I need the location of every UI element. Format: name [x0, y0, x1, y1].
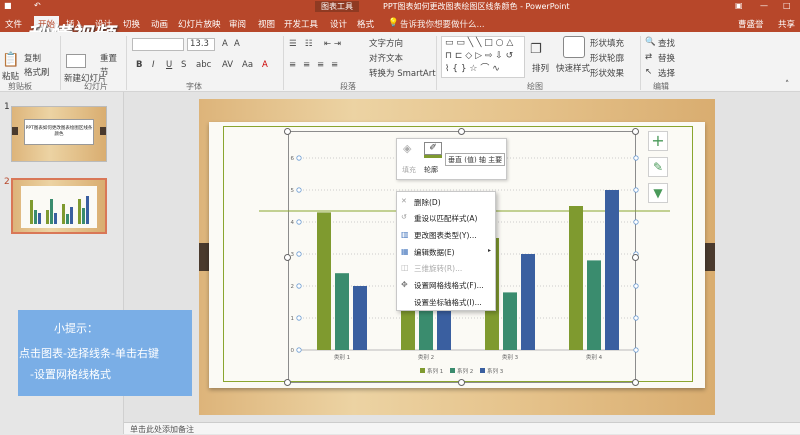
resize-handle-ne[interactable] — [632, 128, 639, 135]
delete-icon: ✕ — [401, 197, 407, 205]
y-tick-label[interactable]: 1 — [291, 316, 295, 322]
context-menu: ✕ 删除(D) ↺ 重设以匹配样式(A) ▥ 更改图表类型(Y)... ▦ 编辑… — [396, 191, 496, 311]
resize-handle-sw[interactable] — [284, 379, 291, 386]
notes-placeholder[interactable]: 单击此处添加备注 — [130, 424, 194, 435]
tip-title: 小提示： — [54, 322, 98, 335]
bar[interactable] — [353, 286, 367, 350]
resize-handle-s[interactable] — [458, 379, 465, 386]
bar[interactable] — [521, 254, 535, 350]
tip-line-1: 点击图表-选择线条-单击右键 — [19, 347, 159, 360]
mini-toolbar: ◈ 填充 ✐ 轮廓 垂直 (值) 轴 主要 — [396, 138, 507, 180]
bar[interactable] — [605, 190, 619, 350]
menu-item-reset-style[interactable]: 重设以匹配样式(A) — [414, 213, 477, 224]
menu-item-change-chart-type[interactable]: 更改图表类型(Y)... — [414, 230, 477, 241]
reset-style-icon: ↺ — [401, 213, 407, 221]
bar[interactable] — [335, 273, 349, 350]
chart-element-dropdown[interactable]: 垂直 (值) 轴 主要 — [445, 153, 505, 166]
menu-item-edit-data[interactable]: 编辑数据(E) — [414, 247, 455, 258]
legend-swatch[interactable] — [480, 368, 485, 373]
gridline-handle[interactable] — [633, 187, 639, 193]
resize-handle-n[interactable] — [458, 128, 465, 135]
category-label[interactable]: 类别 1 — [334, 353, 350, 361]
gridline-handle[interactable] — [633, 219, 639, 225]
gridline-handle[interactable] — [296, 155, 302, 161]
submenu-arrow-icon: ▸ — [488, 247, 492, 254]
category-label[interactable]: 类别 3 — [502, 353, 519, 361]
bar[interactable] — [569, 206, 583, 350]
bar[interactable] — [317, 212, 331, 350]
gridline-handle[interactable] — [296, 251, 302, 257]
resize-handle-e[interactable] — [632, 254, 639, 261]
chart-elements-button[interactable]: + — [648, 131, 668, 151]
y-tick-label[interactable]: 2 — [291, 284, 295, 290]
y-tick-label[interactable]: 6 — [291, 156, 295, 162]
legend-label[interactable]: 系列 1 — [427, 367, 443, 375]
resize-handle-w[interactable] — [284, 254, 291, 261]
legend-label[interactable]: 系列 3 — [487, 367, 504, 375]
outline-icon[interactable]: ✐ — [424, 142, 442, 155]
gridline-handle[interactable] — [633, 155, 639, 161]
menu-item-format-axis[interactable]: 设置坐标轴格式(I)... — [414, 297, 482, 308]
gridline-handle[interactable] — [296, 219, 302, 225]
menu-item-3d-rotation: 三维旋转(R)... — [414, 264, 463, 273]
legend-swatch[interactable] — [450, 368, 455, 373]
change-chart-type-icon: ▥ — [401, 230, 409, 239]
gridline-handle[interactable] — [296, 315, 302, 321]
fill-button[interactable]: 填充 — [402, 165, 416, 175]
category-label[interactable]: 类别 4 — [586, 353, 603, 361]
gridline-handle[interactable] — [296, 347, 302, 353]
outline-button[interactable]: 轮廓 — [424, 165, 438, 175]
resize-handle-nw[interactable] — [284, 128, 291, 135]
chart-styles-brush-icon[interactable]: ✎ — [648, 157, 668, 177]
bar[interactable] — [503, 292, 517, 350]
fill-icon[interactable]: ◈ — [403, 142, 411, 155]
legend-label[interactable]: 系列 2 — [457, 367, 473, 375]
y-tick-label[interactable]: 0 — [291, 348, 295, 354]
legend-swatch[interactable] — [420, 368, 425, 373]
y-tick-label[interactable]: 5 — [291, 188, 295, 194]
tip-box: 小提示： 点击图表-选择线条-单击右键 -设置网格线格式 — [18, 310, 192, 396]
menu-item-delete[interactable]: 删除(D) — [414, 197, 441, 208]
3d-rotation-icon: ◫ — [401, 263, 409, 272]
y-tick-label[interactable]: 4 — [291, 220, 295, 226]
category-label[interactable]: 类别 2 — [418, 353, 434, 361]
edit-data-icon: ▦ — [401, 247, 409, 256]
gridline-handle[interactable] — [296, 187, 302, 193]
outline-color-swatch — [424, 155, 442, 158]
resize-handle-se[interactable] — [632, 379, 639, 386]
gridline-handle[interactable] — [633, 315, 639, 321]
notes-pane[interactable]: 单击此处添加备注 — [124, 422, 800, 434]
format-gridlines-icon: ✥ — [401, 280, 408, 289]
gridline-handle[interactable] — [296, 283, 302, 289]
tip-line-2: -设置网格线格式 — [30, 368, 111, 381]
y-tick-label[interactable]: 3 — [291, 252, 295, 258]
gridline-handle[interactable] — [633, 347, 639, 353]
bar[interactable] — [587, 260, 601, 350]
menu-item-format-gridlines[interactable]: 设置网格线格式(F)... — [414, 280, 484, 291]
chart-filter-icon[interactable]: ▼ — [648, 183, 668, 203]
gridline-handle[interactable] — [633, 283, 639, 289]
